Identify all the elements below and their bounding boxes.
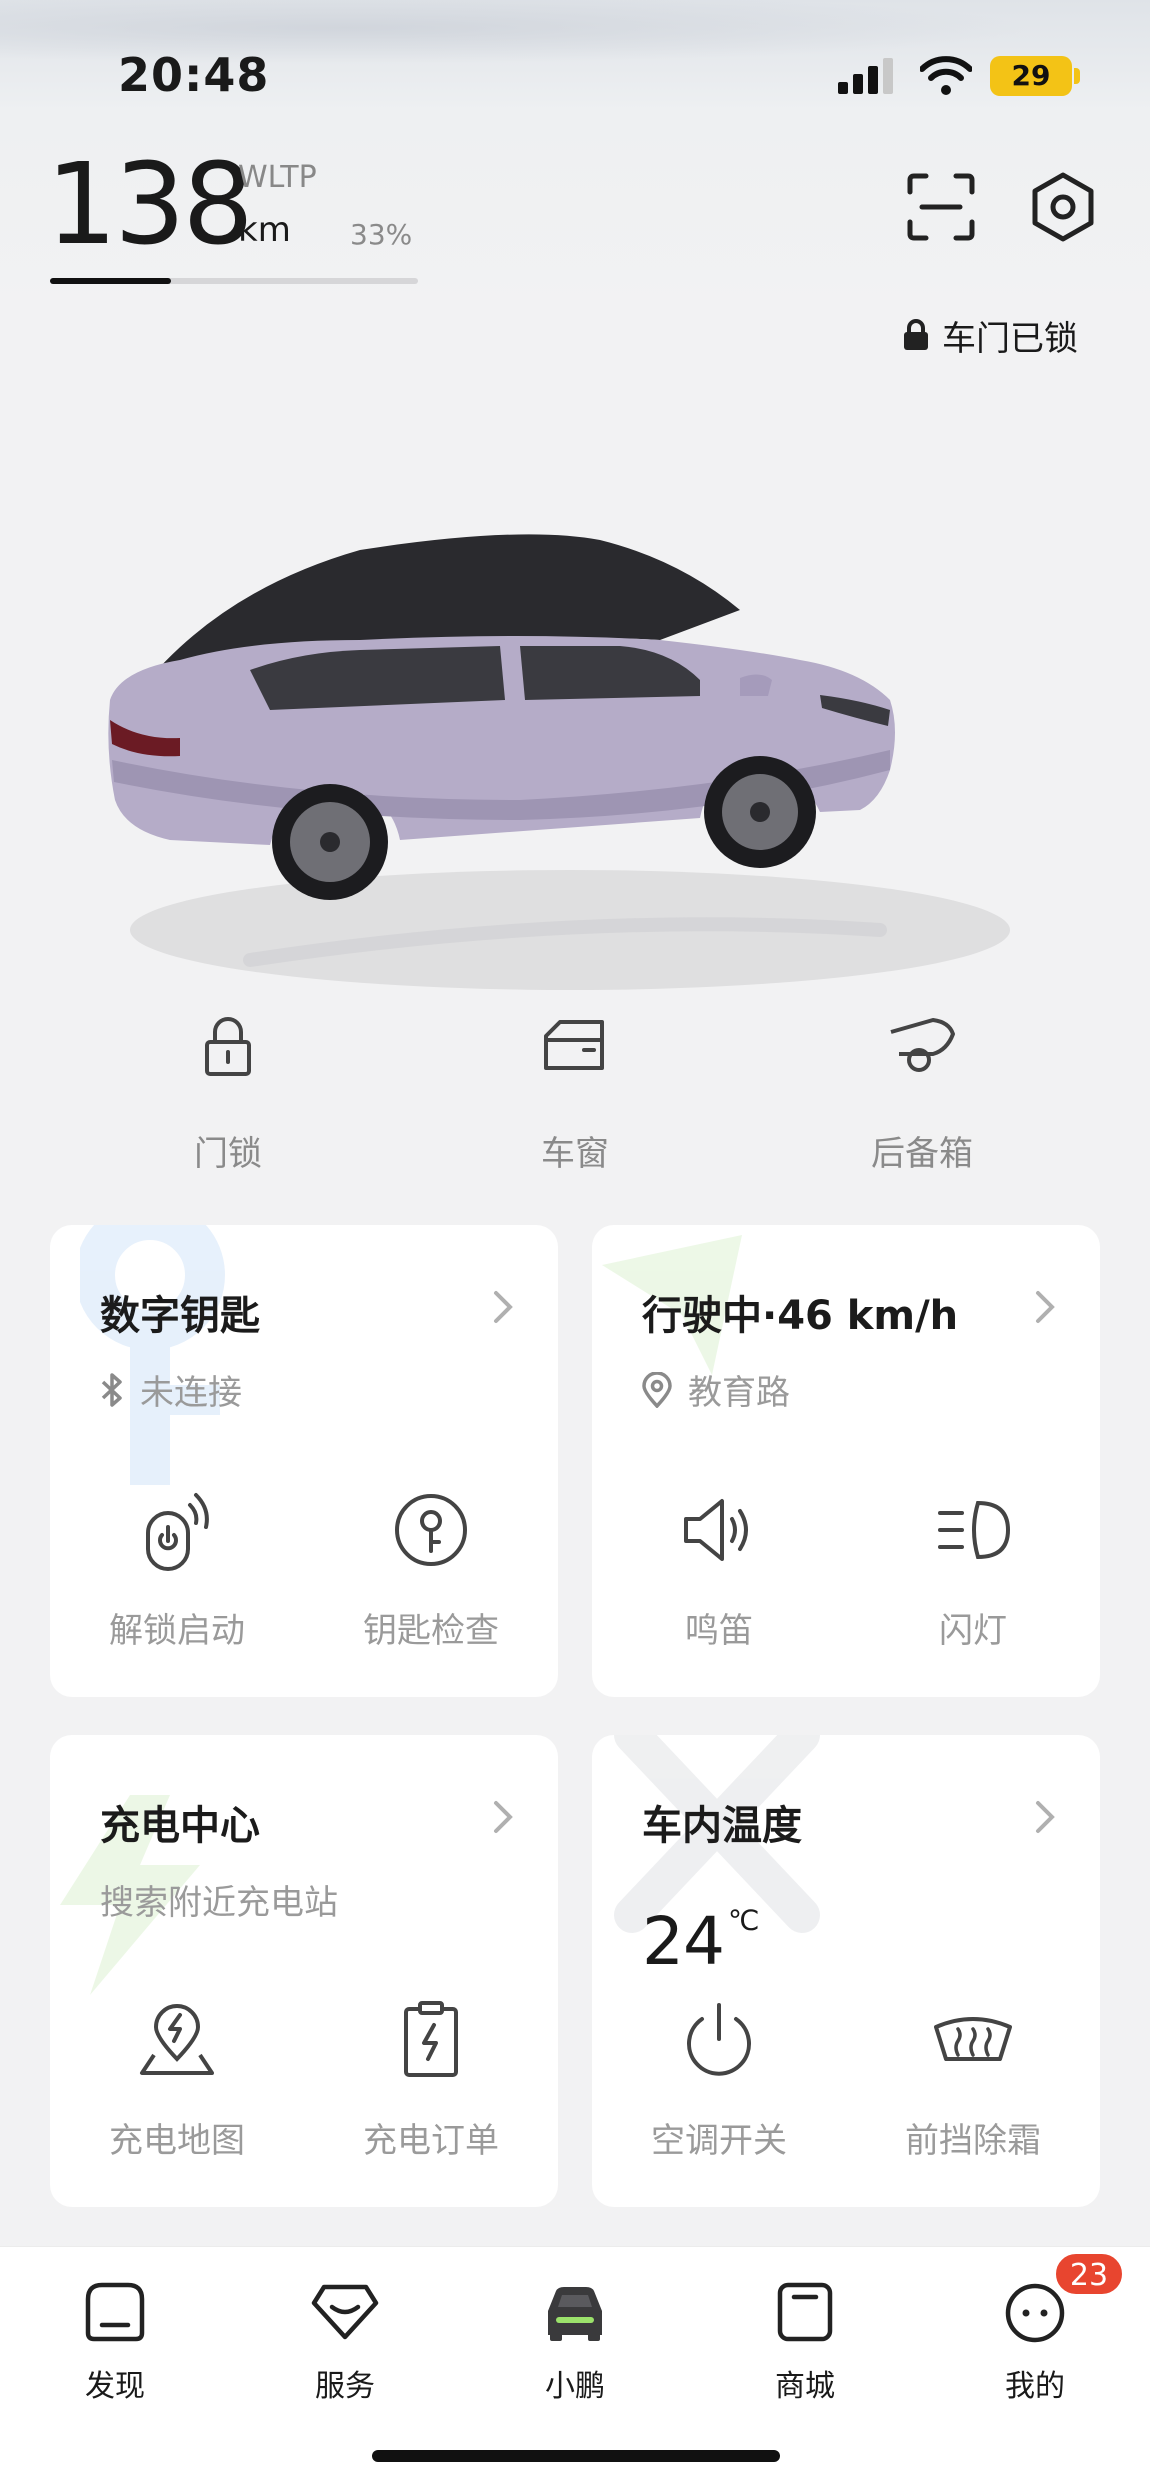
- battery-level-fill: [50, 278, 172, 284]
- card-title: 充电中心: [100, 1803, 260, 1849]
- headlight-icon: [938, 1500, 1011, 1560]
- action-label: 鸣笛: [685, 1611, 753, 1651]
- driving-status-card[interactable]: 行驶中·46 km/h 教育路 鸣笛 闪灯: [592, 1225, 1100, 1697]
- service-icon: [311, 2284, 379, 2340]
- nav-label: 服务: [315, 2369, 375, 2404]
- nav-store[interactable]: 商城: [725, 2277, 885, 2405]
- settings-icon[interactable]: [1026, 170, 1100, 244]
- nav-label: 商城: [775, 2369, 835, 2404]
- card-subtitle: 搜索附近充电站: [100, 1875, 338, 1924]
- remote-start-icon: [146, 1493, 209, 1571]
- power-icon: [687, 2003, 751, 2076]
- nav-xpeng-car[interactable]: 小鹏: [495, 2277, 655, 2405]
- charge-map-button[interactable]: 充电地图: [50, 1997, 304, 2162]
- temperature-unit: ℃: [727, 1904, 759, 1937]
- chevron-right-icon[interactable]: [1034, 1287, 1058, 1327]
- quick-control-label: 后备箱: [871, 1134, 973, 1174]
- battery-tip: [1074, 68, 1080, 84]
- temperature-number: 24: [642, 1903, 725, 1980]
- card-subtitle-text: 未连接: [140, 1373, 242, 1413]
- cabin-temperature-value: 24 ℃: [642, 1903, 759, 1980]
- cellular-signal-icon: [838, 58, 893, 94]
- defrost-icon: [934, 2017, 1012, 2061]
- wifi-icon: [920, 56, 972, 95]
- store-icon: [777, 2282, 833, 2342]
- location-pin-icon: [642, 1371, 672, 1408]
- nav-label: 发现: [85, 2369, 145, 2404]
- home-indicator: [372, 2450, 780, 2462]
- key-watermark-icon: [80, 1225, 225, 1485]
- discover-icon: [85, 2282, 145, 2342]
- nav-label: 小鹏: [545, 2369, 605, 2404]
- charge-map-icon: [140, 2004, 214, 2075]
- trunk-icon: [890, 1018, 955, 1072]
- remote-start-button[interactable]: 解锁启动: [50, 1487, 304, 1652]
- digital-key-card[interactable]: 数字钥匙 未连接 解锁启动 钥匙检查: [50, 1225, 558, 1697]
- status-time: 20:48: [118, 48, 270, 102]
- action-label: 闪灯: [939, 1611, 1007, 1651]
- nav-label: 我的: [1005, 2369, 1065, 2404]
- card-title: 数字钥匙: [100, 1293, 260, 1339]
- quick-control-window[interactable]: 车窗: [425, 1010, 725, 1175]
- horn-button[interactable]: 鸣笛: [592, 1487, 846, 1652]
- card-subtitle: 教育路: [642, 1365, 790, 1414]
- battery-indicator: 29: [990, 56, 1072, 96]
- charge-order-button[interactable]: 充电订单: [304, 1997, 558, 2162]
- battery-level-bar: [50, 278, 418, 284]
- quick-control-trunk[interactable]: 后备箱: [772, 1010, 1072, 1175]
- bluetooth-icon: [101, 1372, 122, 1407]
- chevron-right-icon[interactable]: [492, 1287, 516, 1327]
- range-standard: WLTP: [238, 160, 317, 195]
- action-label: 空调开关: [651, 2121, 787, 2161]
- battery-percent: 33%: [350, 218, 413, 251]
- quick-control-door-lock[interactable]: 门锁: [78, 1010, 378, 1175]
- range-value: 138: [46, 140, 254, 270]
- nav-service[interactable]: 服务: [265, 2277, 425, 2405]
- cabin-temperature-card[interactable]: 车内温度 24 ℃ 空调开关 前挡除霜: [592, 1735, 1100, 2207]
- chevron-right-icon[interactable]: [1034, 1797, 1058, 1837]
- scan-icon[interactable]: [906, 172, 976, 242]
- card-title: 车内温度: [642, 1803, 802, 1849]
- notification-badge: 23: [1054, 2252, 1124, 2296]
- quick-control-label: 车窗: [541, 1134, 609, 1174]
- card-title: 行驶中·46 km/h: [642, 1293, 959, 1339]
- range-unit: km: [238, 210, 291, 250]
- action-label: 钥匙检查: [363, 1611, 499, 1651]
- car-image: [108, 534, 1010, 990]
- door-lock-status: 车门已锁: [902, 312, 1078, 359]
- front-defrost-button[interactable]: 前挡除霜: [846, 1997, 1100, 2162]
- action-label: 前挡除霜: [905, 2121, 1041, 2161]
- flash-lights-button[interactable]: 闪灯: [846, 1487, 1100, 1652]
- chevron-right-icon[interactable]: [492, 1797, 516, 1837]
- card-subtitle-text: 教育路: [688, 1373, 790, 1413]
- nav-discover[interactable]: 发现: [35, 2277, 195, 2405]
- ac-power-button[interactable]: 空调开关: [592, 1997, 846, 2162]
- horn-icon: [684, 1499, 748, 1561]
- action-label: 充电地图: [109, 2121, 245, 2161]
- action-label: 解锁启动: [109, 1611, 245, 1651]
- key-check-button[interactable]: 钥匙检查: [304, 1487, 558, 1652]
- card-subtitle-text: 搜索附近充电站: [100, 1883, 338, 1923]
- car-icon: [548, 2287, 602, 2341]
- action-label: 充电订单: [363, 2121, 499, 2161]
- charge-order-icon: [404, 2001, 458, 2077]
- key-check-icon: [395, 1494, 467, 1566]
- charging-center-card[interactable]: 充电中心 搜索附近充电站 充电地图 充电订单: [50, 1735, 558, 2207]
- lock-icon: [904, 319, 928, 350]
- quick-control-label: 门锁: [194, 1134, 262, 1174]
- card-subtitle: 未连接: [100, 1365, 242, 1414]
- door-lock-status-text: 车门已锁: [942, 318, 1078, 359]
- padlock-icon: [205, 1017, 251, 1076]
- window-icon: [544, 1020, 604, 1070]
